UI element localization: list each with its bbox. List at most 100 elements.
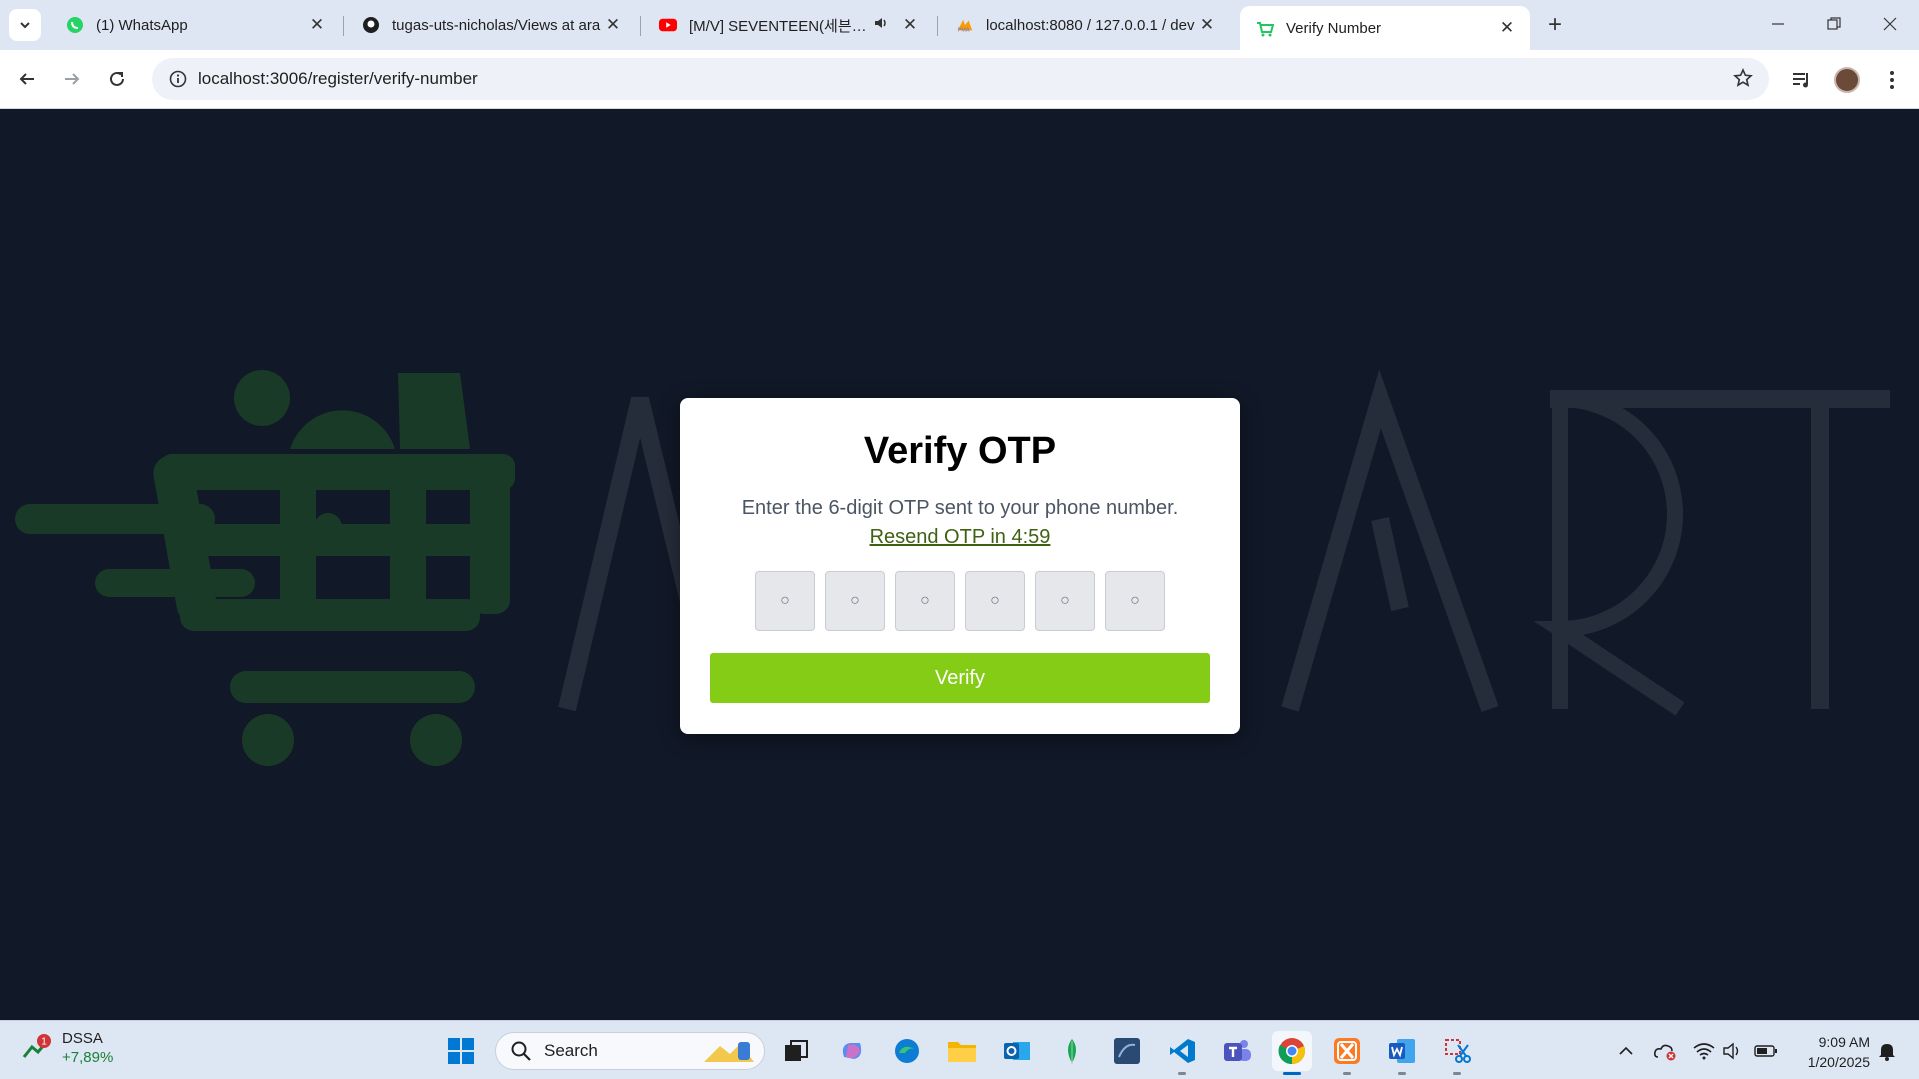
search-icon bbox=[511, 1041, 531, 1061]
wifi-status[interactable] bbox=[1691, 1039, 1717, 1063]
tab-title: [M/V] SEVENTEEN(세븐틴) - bbox=[689, 17, 873, 35]
edge-app[interactable] bbox=[887, 1031, 927, 1071]
word-app[interactable] bbox=[1382, 1031, 1422, 1075]
tab-strip: (1) WhatsApp ✕ tugas-uts-nicholas/Views … bbox=[0, 0, 1919, 50]
bell-icon bbox=[1879, 1044, 1895, 1061]
xampp-app[interactable] bbox=[1327, 1031, 1367, 1075]
back-button[interactable] bbox=[10, 62, 44, 96]
reload-button[interactable] bbox=[100, 62, 134, 96]
stock-widget[interactable]: 1 DSSA +7,89% bbox=[22, 1029, 113, 1067]
task-view-button[interactable] bbox=[776, 1031, 816, 1071]
stock-chart-icon: 1 bbox=[22, 1034, 51, 1058]
tab-youtube[interactable]: [M/V] SEVENTEEN(세븐틴) - ✕ bbox=[643, 6, 933, 44]
tab-close-icon[interactable]: ✕ bbox=[899, 14, 921, 36]
cloud-error-icon bbox=[1654, 1044, 1676, 1061]
copilot-app[interactable] bbox=[832, 1031, 872, 1071]
bookmark-star-icon[interactable] bbox=[1733, 68, 1753, 93]
edge-icon bbox=[895, 1039, 919, 1063]
cart-logo-icon bbox=[15, 370, 515, 766]
start-button[interactable] bbox=[441, 1031, 481, 1071]
taskbar-search[interactable]: Search bbox=[495, 1032, 765, 1070]
tab-phpmyadmin[interactable]: PMA localhost:8080 / 127.0.0.1 / dev ✕ bbox=[940, 6, 1230, 44]
tab-search-button[interactable] bbox=[9, 9, 41, 41]
tab-title: tugas-uts-nicholas/Views at ara bbox=[392, 16, 601, 34]
system-clock[interactable]: 9:09 AM 1/20/2025 bbox=[1790, 1032, 1870, 1072]
modal-title: Verify OTP bbox=[863, 430, 1057, 472]
media-control-icon[interactable] bbox=[1788, 66, 1816, 94]
mongodb-leaf-icon bbox=[1068, 1039, 1076, 1064]
svg-text:PMA: PMA bbox=[958, 27, 970, 33]
mysql-workbench-app[interactable] bbox=[1107, 1031, 1147, 1071]
teams-icon bbox=[1224, 1040, 1251, 1061]
tab-close-icon[interactable]: ✕ bbox=[306, 14, 328, 36]
battery-status[interactable] bbox=[1753, 1039, 1779, 1063]
youtube-icon bbox=[659, 16, 677, 34]
verify-button[interactable]: Verify bbox=[710, 653, 1210, 703]
minimize-icon bbox=[1772, 23, 1784, 25]
resend-otp-link[interactable]: Resend OTP in 4:59 bbox=[680, 526, 1240, 549]
windows-taskbar: 1 DSSA +7,89% Search 9:09 AM 1/20/2025 bbox=[0, 1020, 1919, 1079]
mongodb-app[interactable] bbox=[1052, 1031, 1092, 1071]
verify-otp-modal: Verify OTP Enter the 6-digit OTP sent to… bbox=[680, 398, 1240, 734]
search-label: Search bbox=[544, 1041, 598, 1060]
copilot-icon bbox=[842, 1043, 862, 1059]
otp-digit-4[interactable] bbox=[965, 571, 1025, 631]
running-indicator bbox=[1343, 1072, 1351, 1075]
otp-digit-3[interactable] bbox=[895, 571, 955, 631]
show-hidden-icons-button[interactable] bbox=[1613, 1039, 1639, 1063]
cloud-sync-status[interactable] bbox=[1652, 1039, 1678, 1063]
tab-verify-number[interactable]: Verify Number ✕ bbox=[1240, 6, 1530, 50]
tab-title: Verify Number bbox=[1286, 19, 1382, 37]
battery-icon bbox=[1754, 1045, 1777, 1057]
running-indicator bbox=[1178, 1072, 1186, 1075]
scissors-icon bbox=[1445, 1039, 1471, 1063]
tab-whatsapp[interactable]: (1) WhatsApp ✕ bbox=[50, 6, 340, 44]
restore-icon bbox=[1827, 17, 1841, 30]
outlook-icon bbox=[1004, 1042, 1030, 1060]
outlook-app[interactable] bbox=[997, 1031, 1037, 1071]
reload-icon bbox=[110, 71, 124, 86]
new-tab-button[interactable]: + bbox=[1540, 10, 1570, 40]
tab-close-icon[interactable]: ✕ bbox=[1196, 14, 1218, 36]
tab-divider bbox=[343, 16, 344, 36]
file-explorer-app[interactable] bbox=[942, 1031, 982, 1071]
browser-toolbar: localhost:3006/register/verify-number bbox=[0, 50, 1919, 109]
tab-github[interactable]: tugas-uts-nicholas/Views at ara ✕ bbox=[346, 6, 636, 44]
site-info-icon[interactable] bbox=[158, 70, 198, 88]
forward-button[interactable] bbox=[55, 62, 89, 96]
volume-icon bbox=[1723, 1042, 1739, 1060]
otp-digit-1[interactable] bbox=[755, 571, 815, 631]
word-icon bbox=[1389, 1039, 1415, 1063]
teams-app[interactable] bbox=[1217, 1031, 1257, 1071]
widget-name: DSSA bbox=[62, 1030, 103, 1047]
otp-digit-5[interactable] bbox=[1035, 571, 1095, 631]
whatsapp-icon bbox=[66, 16, 84, 34]
widget-badge: 1 bbox=[41, 1037, 47, 1048]
clock-date: 1/20/2025 bbox=[1807, 1054, 1870, 1070]
phpmyadmin-icon: PMA bbox=[956, 16, 974, 34]
task-view-icon bbox=[785, 1040, 808, 1061]
widget-change: +7,89% bbox=[62, 1049, 114, 1066]
arrow-right-icon bbox=[65, 73, 80, 85]
vscode-app[interactable] bbox=[1162, 1031, 1202, 1075]
snipping-tool-app[interactable] bbox=[1437, 1031, 1477, 1075]
close-window-button[interactable] bbox=[1862, 0, 1918, 48]
volume-status[interactable] bbox=[1720, 1039, 1746, 1063]
speaker-icon[interactable] bbox=[873, 15, 889, 35]
otp-digit-2[interactable] bbox=[825, 571, 885, 631]
otp-instruction: Enter the 6-digit OTP sent to your phone… bbox=[741, 497, 1179, 519]
address-bar[interactable]: localhost:3006/register/verify-number bbox=[152, 58, 1769, 100]
tab-close-icon[interactable]: ✕ bbox=[1496, 17, 1518, 39]
vscode-icon bbox=[1170, 1039, 1195, 1063]
otp-digit-6[interactable] bbox=[1105, 571, 1165, 631]
folder-icon bbox=[948, 1042, 976, 1062]
windows-logo-icon bbox=[448, 1038, 474, 1064]
profile-avatar[interactable] bbox=[1833, 66, 1861, 94]
tab-divider bbox=[937, 16, 938, 36]
chrome-app[interactable] bbox=[1272, 1031, 1312, 1075]
menu-button[interactable] bbox=[1878, 66, 1906, 94]
notifications-button[interactable] bbox=[1874, 1039, 1900, 1063]
minimize-button[interactable] bbox=[1750, 0, 1806, 48]
tab-close-icon[interactable]: ✕ bbox=[602, 14, 624, 36]
restore-button[interactable] bbox=[1806, 0, 1862, 48]
